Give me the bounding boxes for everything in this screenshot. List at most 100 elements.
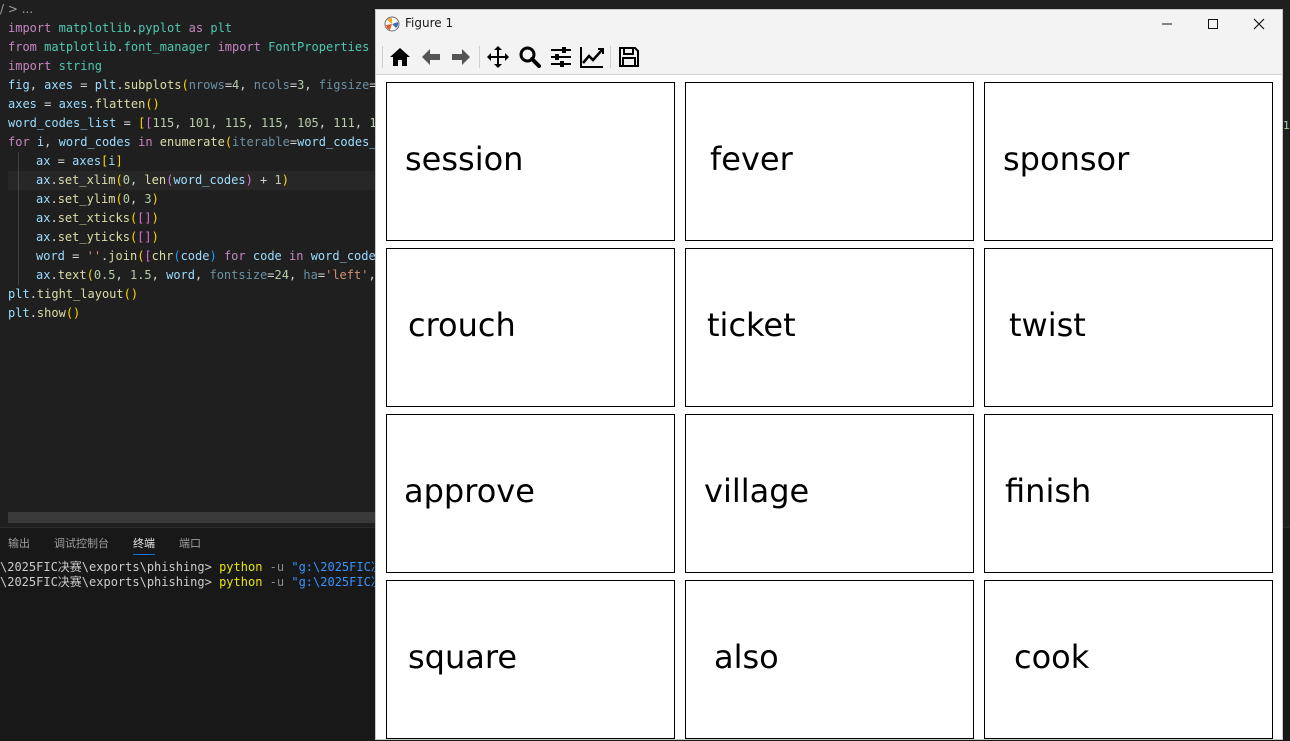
configure-subplots-icon bbox=[551, 47, 571, 67]
code-token: = bbox=[224, 78, 233, 92]
code-token: i bbox=[108, 154, 116, 168]
code-token: () bbox=[123, 287, 139, 301]
code-line: import string bbox=[8, 57, 391, 76]
code-line: ax = axes[i] bbox=[8, 152, 391, 171]
code-token: () bbox=[145, 97, 160, 111]
breadcrumb[interactable]: / > ... bbox=[0, 1, 33, 17]
code-token: axes bbox=[44, 78, 74, 92]
code-token: ) bbox=[245, 173, 253, 187]
tab-debug-console[interactable]: 调试控制台 bbox=[54, 536, 109, 554]
code-line: import matplotlib.pyplot as plt bbox=[8, 19, 391, 38]
code-token: enumerate bbox=[159, 135, 225, 149]
code-token: 0 bbox=[122, 173, 130, 187]
code-token: ) bbox=[281, 173, 289, 187]
figure-canvas[interactable]: session fever sponsor crouch ticket twist appr… bbox=[376, 75, 1282, 739]
code-line: word = ''.join([chr(code) for code in wo… bbox=[8, 247, 391, 266]
home-button[interactable] bbox=[387, 44, 413, 70]
code-token: [] bbox=[137, 230, 152, 244]
figure-titlebar[interactable]: Figure 1 bbox=[376, 10, 1282, 38]
code-token: = bbox=[289, 78, 298, 92]
code-token: = bbox=[73, 78, 95, 92]
code-line: ax.set_ylim(0, 3) bbox=[8, 190, 391, 209]
editor-horizontal-scrollbar[interactable] bbox=[8, 512, 376, 523]
code-token: word bbox=[166, 268, 196, 282]
code-token: = bbox=[50, 154, 73, 168]
code-line: word_codes_list = [[115, 101, 115, 115, … bbox=[8, 114, 391, 133]
code-lines[interactable]: import matplotlib.pyplot as plt from matp… bbox=[8, 19, 792, 323]
pan-icon bbox=[487, 46, 509, 68]
subplot-axes: crouch bbox=[386, 248, 675, 407]
subplot-word: also bbox=[714, 638, 779, 676]
subplot-axes: fever bbox=[685, 82, 974, 241]
close-button[interactable] bbox=[1236, 10, 1282, 38]
save-button[interactable] bbox=[616, 44, 642, 70]
pan-button[interactable] bbox=[485, 44, 511, 70]
code-token: FontProperties bbox=[268, 40, 370, 54]
matplotlib-logo-icon bbox=[384, 16, 400, 32]
code-token: 115 bbox=[260, 116, 283, 130]
zoom-button[interactable] bbox=[517, 44, 543, 70]
code-token: 1.5 bbox=[129, 268, 152, 282]
edit-axes-button[interactable] bbox=[579, 44, 605, 70]
code-token: = bbox=[116, 116, 139, 130]
code-token: code bbox=[180, 249, 210, 263]
code-token: matplotlib bbox=[44, 40, 117, 54]
code-token: () bbox=[65, 306, 81, 320]
code-token: 0 bbox=[122, 192, 130, 206]
code-token: flatten bbox=[94, 97, 146, 111]
code-token: [] bbox=[137, 211, 152, 225]
code-token: . bbox=[116, 78, 124, 92]
code-line: ax.set_xticks([]) bbox=[8, 209, 391, 228]
toolbar-separator bbox=[479, 46, 480, 68]
toolbar-separator bbox=[610, 46, 611, 68]
forward-button[interactable] bbox=[448, 44, 474, 70]
code-token: plt bbox=[8, 306, 30, 320]
code-token: . bbox=[87, 97, 95, 111]
code-line: ax.text(0.5, 1.5, word, fontsize=24, ha=… bbox=[8, 266, 391, 285]
code-token: , bbox=[210, 116, 225, 130]
code-token: word_codes bbox=[173, 173, 246, 187]
code-token: , bbox=[354, 116, 370, 130]
terminal-argument: "g:\2025FIC决 bbox=[291, 575, 383, 589]
code-token: , bbox=[288, 268, 304, 282]
code-token: . bbox=[50, 211, 58, 225]
code-line: ax.set_yticks([]) bbox=[8, 228, 391, 247]
code-token: ax bbox=[36, 154, 51, 168]
code-token: , bbox=[29, 78, 45, 92]
tab-terminal[interactable]: 终端 bbox=[133, 536, 155, 555]
code-token: = bbox=[64, 249, 87, 263]
code-token: . bbox=[50, 173, 58, 187]
code-line: for i, word_codes in enumerate(iterable=… bbox=[8, 133, 391, 152]
subplot-word: fever bbox=[710, 140, 793, 178]
subplot-axes: sponsor bbox=[984, 82, 1273, 241]
code-token: in bbox=[289, 249, 304, 263]
terminal-output[interactable]: \2025FIC决赛\exports\phishing> python -u "… bbox=[0, 560, 383, 590]
code-token: ( bbox=[181, 78, 189, 92]
configure-subplots-button[interactable] bbox=[548, 44, 574, 70]
code-token: subplots bbox=[123, 78, 182, 92]
code-token: ax bbox=[36, 211, 51, 225]
maximize-button[interactable] bbox=[1190, 10, 1236, 38]
code-token: ) bbox=[151, 230, 159, 244]
code-token: . bbox=[116, 40, 124, 54]
back-button[interactable] bbox=[418, 44, 444, 70]
code-token: set_ylim bbox=[57, 192, 116, 206]
tab-ports[interactable]: 端口 bbox=[179, 536, 201, 554]
subplot-axes: approve bbox=[386, 414, 675, 573]
code-token: ax bbox=[36, 268, 51, 282]
tab-output[interactable]: 输出 bbox=[8, 536, 30, 554]
minimize-button[interactable] bbox=[1144, 10, 1190, 38]
code-token: , bbox=[44, 135, 59, 149]
code-token: ax bbox=[36, 230, 51, 244]
code-token: set_xlim bbox=[57, 173, 116, 187]
terminal-command: python bbox=[219, 560, 263, 574]
code-token: text bbox=[57, 268, 87, 282]
code-token: axes bbox=[58, 97, 88, 111]
